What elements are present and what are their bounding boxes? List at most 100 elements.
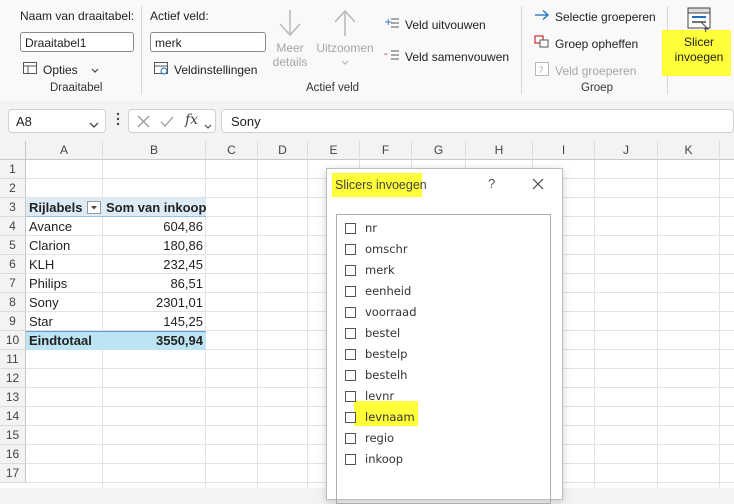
field-label: nr xyxy=(365,221,378,235)
row-header[interactable]: 6 xyxy=(0,255,26,274)
formula-input[interactable]: Sony xyxy=(221,109,734,133)
row-header[interactable]: 1 xyxy=(0,160,26,179)
drill-up-label: Uitzoomen xyxy=(316,41,374,55)
insert-slicer-button[interactable]: Slicer invoegen xyxy=(670,6,728,78)
active-field-input[interactable]: merk xyxy=(150,32,266,52)
filter-dropdown-icon[interactable] xyxy=(87,201,101,214)
pivot-row-value[interactable]: 232,45 xyxy=(103,255,206,274)
group-selection-button[interactable]: Selectie groeperen xyxy=(534,9,656,24)
row-header[interactable]: 14 xyxy=(0,407,26,426)
column-header[interactable]: B xyxy=(103,141,206,160)
pivot-row-label[interactable]: Clarion xyxy=(26,236,103,255)
options-button[interactable]: Opties xyxy=(22,60,99,79)
insert-function-icon[interactable]: fx xyxy=(185,112,198,128)
pivot-row-value[interactable]: 604,86 xyxy=(103,217,206,236)
checkbox[interactable] xyxy=(345,348,356,360)
field-checkbox-item[interactable]: eenheid xyxy=(345,282,411,300)
column-header[interactable]: J xyxy=(595,141,658,160)
expand-field-button[interactable]: + Veld uitvouwen xyxy=(384,16,486,33)
pivot-total-value[interactable]: 3550,94 xyxy=(103,331,206,350)
row-header[interactable]: 15 xyxy=(0,426,26,445)
field-label: eenheid xyxy=(365,284,412,298)
field-checkbox-item[interactable]: regio xyxy=(345,429,394,447)
ungroup-button[interactable]: Groep opheffen xyxy=(534,35,638,52)
pivot-row-value[interactable]: 145,25 xyxy=(103,312,206,331)
checkbox[interactable] xyxy=(345,264,356,276)
drill-down-button[interactable]: Meer details xyxy=(271,8,309,78)
pivot-name-input[interactable]: Draaitabel1 xyxy=(20,32,134,52)
column-header[interactable]: G xyxy=(412,141,466,160)
select-all-corner[interactable] xyxy=(0,141,26,160)
row-header[interactable]: 7 xyxy=(0,274,26,293)
row-header[interactable]: 16 xyxy=(0,445,26,464)
row-header[interactable]: 2 xyxy=(0,179,26,198)
checkbox[interactable] xyxy=(345,369,356,381)
field-checkbox-item[interactable]: bestel xyxy=(345,324,400,342)
field-checkbox-item[interactable]: levnr xyxy=(345,387,394,405)
field-checkbox-item[interactable]: omschr xyxy=(345,240,408,258)
checkbox[interactable] xyxy=(345,243,356,255)
column-header[interactable]: E xyxy=(308,141,360,160)
column-header[interactable]: F xyxy=(360,141,412,160)
field-checkbox-item[interactable]: inkoop xyxy=(345,450,403,468)
row-header[interactable]: 12 xyxy=(0,369,26,388)
checkbox[interactable] xyxy=(345,222,356,234)
help-button[interactable]: ? xyxy=(488,176,495,191)
row-header[interactable]: 17 xyxy=(0,464,26,483)
active-field-label: Actief veld: xyxy=(150,9,209,23)
field-checkbox-item[interactable]: levnaam xyxy=(345,408,415,426)
checkbox[interactable] xyxy=(345,453,356,465)
row-header[interactable]: 3 xyxy=(0,198,26,217)
column-header[interactable]: H xyxy=(466,141,533,160)
field-checkbox-item[interactable]: bestelp xyxy=(345,345,407,363)
close-icon[interactable] xyxy=(532,178,544,193)
checkbox[interactable] xyxy=(345,411,356,423)
gridline xyxy=(719,160,720,488)
field-checkbox-item[interactable]: merk xyxy=(345,261,395,279)
checkbox[interactable] xyxy=(345,432,356,444)
pivot-row-value[interactable]: 2301,01 xyxy=(103,293,206,312)
pivot-row-value[interactable]: 86,51 xyxy=(103,274,206,293)
cancel-icon[interactable] xyxy=(137,115,150,131)
pivot-header-value[interactable]: Som van inkoop xyxy=(103,198,206,217)
field-settings-button[interactable]: Veldinstellingen xyxy=(153,60,257,79)
column-header[interactable]: C xyxy=(206,141,258,160)
field-checkbox-item[interactable]: bestelh xyxy=(345,366,407,384)
gridline xyxy=(657,160,658,488)
checkbox[interactable] xyxy=(345,390,356,402)
checkbox[interactable] xyxy=(345,285,356,297)
pivot-row-value[interactable]: 180,86 xyxy=(103,236,206,255)
drill-up-button[interactable]: Uitzoomen xyxy=(314,8,376,78)
field-checkbox-item[interactable]: nr xyxy=(345,219,377,237)
pivot-total-label[interactable]: Eindtotaal xyxy=(26,331,103,350)
collapse-field-button[interactable]: - Veld samenvouwen xyxy=(384,48,509,65)
pivot-row-label[interactable]: Philips xyxy=(26,274,103,293)
column-header[interactable]: K xyxy=(658,141,720,160)
field-checkbox-item[interactable]: voorraad xyxy=(345,303,417,321)
group-label-actief-veld: Actief veld xyxy=(306,82,360,94)
row-header[interactable]: 5 xyxy=(0,236,26,255)
column-header[interactable]: I xyxy=(533,141,595,160)
row-header[interactable]: 11 xyxy=(0,350,26,369)
checkbox[interactable] xyxy=(345,327,356,339)
slicer-icon xyxy=(684,7,714,35)
name-box[interactable]: A8 xyxy=(8,109,106,133)
row-header[interactable]: 10 xyxy=(0,331,26,350)
row-header[interactable]: 8 xyxy=(0,293,26,312)
pivot-row-label[interactable]: Avance xyxy=(26,217,103,236)
check-icon[interactable] xyxy=(160,115,174,131)
pivot-row-label[interactable]: KLH xyxy=(26,255,103,274)
column-header[interactable]: D xyxy=(258,141,308,160)
group-field-button[interactable]: 7 Veld groeperen xyxy=(534,61,636,80)
column-header[interactable] xyxy=(720,141,734,160)
chevron-down-icon xyxy=(89,118,99,132)
pivot-row-label[interactable]: Star xyxy=(26,312,103,331)
checkbox[interactable] xyxy=(345,306,356,318)
formula-actions: fx xyxy=(128,109,216,133)
more-options-icon[interactable] xyxy=(116,111,120,130)
column-header[interactable]: A xyxy=(26,141,103,160)
pivot-row-label[interactable]: Sony xyxy=(26,293,103,312)
row-header[interactable]: 13 xyxy=(0,388,26,407)
row-header[interactable]: 4 xyxy=(0,217,26,236)
row-header[interactable]: 9 xyxy=(0,312,26,331)
